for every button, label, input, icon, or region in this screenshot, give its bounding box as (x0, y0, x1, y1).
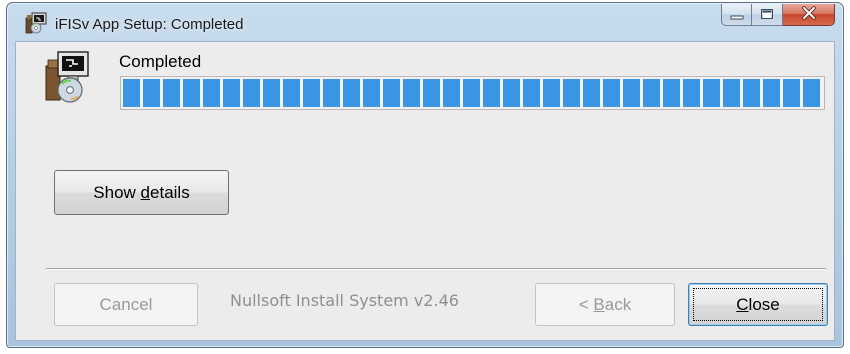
minimize-button[interactable] (721, 4, 752, 26)
show-details-label: Show details (93, 182, 190, 202)
setup-window: iFISv App Setup: Completed Completed Sho… (6, 2, 844, 348)
show-details-button[interactable]: Show details (54, 170, 229, 215)
maximize-icon (760, 5, 774, 24)
app-icon (25, 12, 47, 34)
branding-text: Nullsoft Install System v2.46 (230, 291, 459, 310)
progress-bar (120, 76, 825, 110)
close-x-icon (801, 5, 817, 24)
title-bar[interactable]: iFISv App Setup: Completed (7, 3, 843, 41)
minimize-icon (730, 5, 744, 24)
cancel-button[interactable]: Cancel (54, 283, 198, 326)
close-window-button[interactable] (783, 4, 835, 26)
maximize-button[interactable] (752, 4, 783, 26)
status-label: Completed (119, 52, 202, 71)
caption-buttons (721, 4, 835, 26)
installer-body: Completed Show details Cancel Nullsoft I… (15, 41, 835, 341)
progress-fill (123, 79, 822, 107)
close-button[interactable]: Close (688, 283, 828, 326)
separator-line (46, 268, 826, 270)
back-label: < Back (578, 294, 632, 314)
focus-ring (693, 288, 823, 321)
window-title: iFISv App Setup: Completed (55, 16, 244, 33)
back-button[interactable]: < Back (535, 283, 675, 326)
installer-disk-icon (44, 50, 94, 104)
cancel-label: Cancel (99, 294, 153, 314)
